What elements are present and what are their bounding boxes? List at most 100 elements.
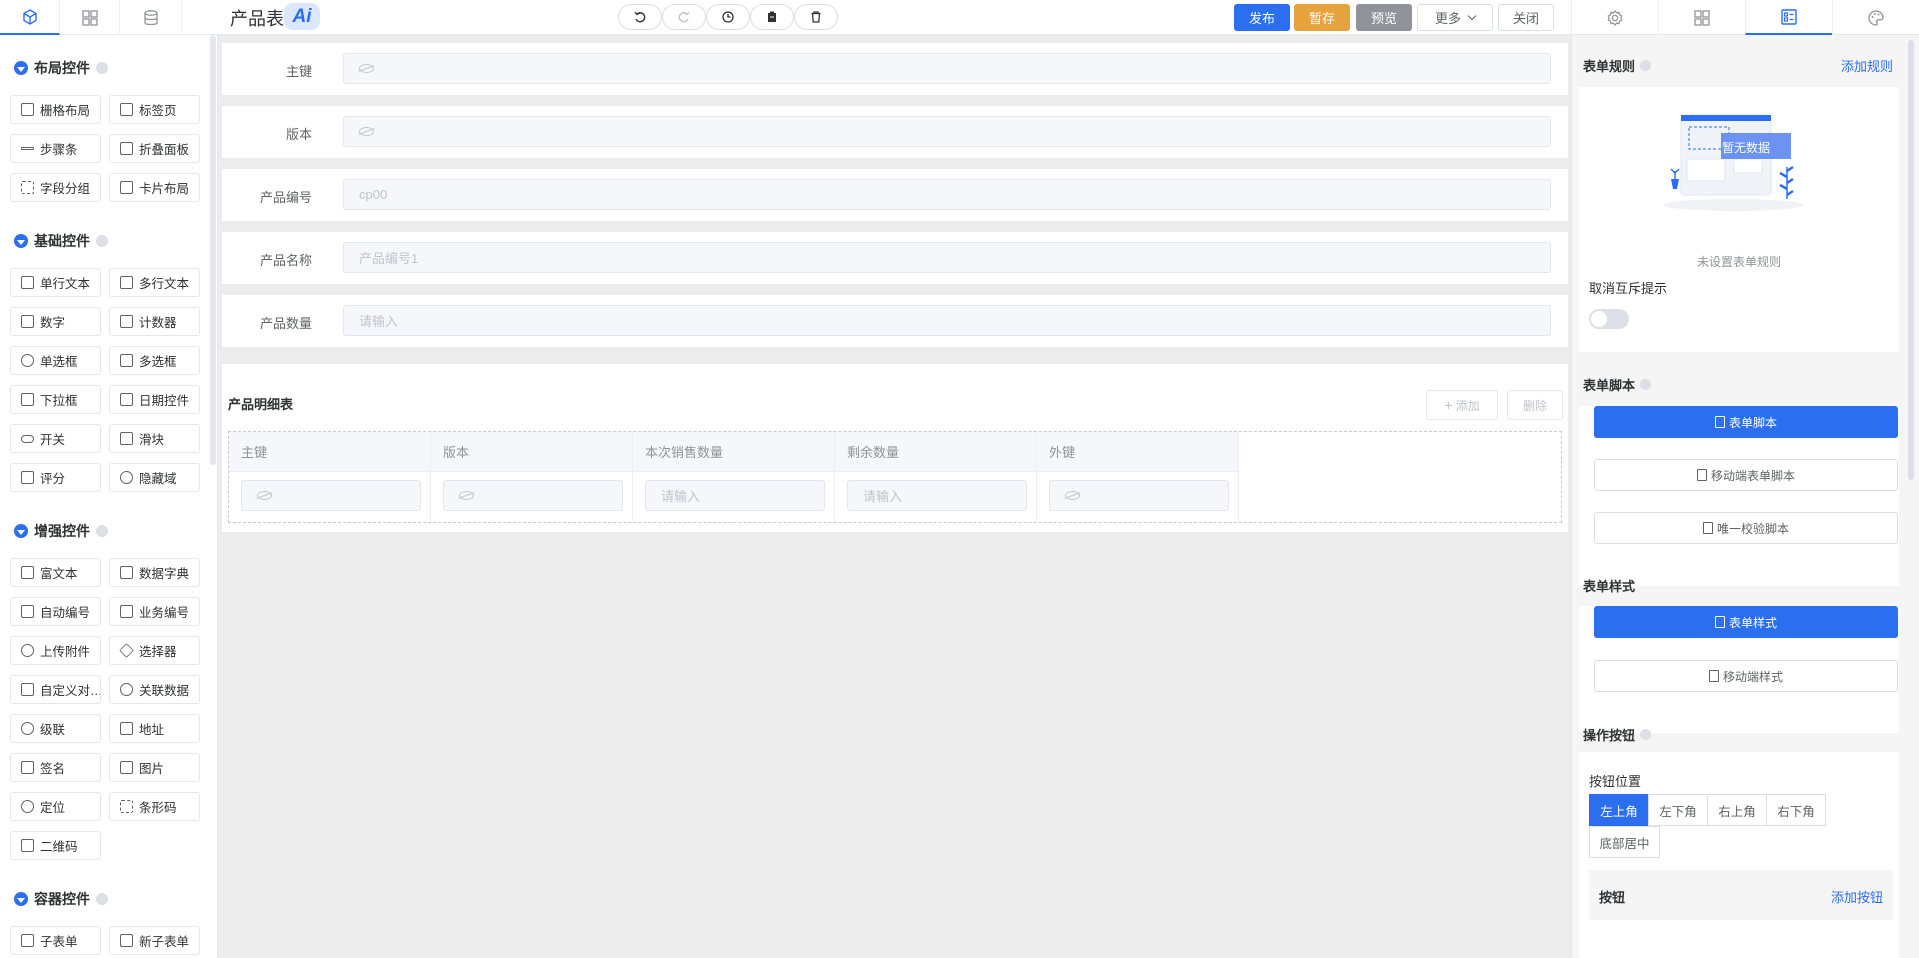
section-container-controls[interactable]: 容器控件 [14, 889, 108, 909]
tab-form-props[interactable] [1745, 0, 1832, 35]
component-field-group[interactable]: 字段分组 [10, 173, 101, 202]
redo-button[interactable] [662, 4, 706, 30]
component-hidden[interactable]: 隐藏域 [109, 463, 200, 492]
component-image[interactable]: 图片 [109, 753, 200, 782]
component-rate[interactable]: 评分 [10, 463, 101, 492]
position-top-left[interactable]: 左上角 [1589, 794, 1649, 826]
publish-button[interactable]: 发布 [1234, 4, 1290, 31]
subform-product-details[interactable]: 产品明细表 + 添加 删除 主键 版本 本次销售数量 请输入 剩余数量 请输入 外… [222, 364, 1568, 532]
position-bottom-right[interactable]: 右下角 [1766, 794, 1826, 826]
tab-components[interactable] [0, 0, 60, 35]
form-script-button[interactable]: 表单脚本 [1594, 406, 1898, 438]
clear-button[interactable] [794, 4, 838, 30]
column-cell-input[interactable]: 请输入 [645, 480, 825, 511]
undo-button[interactable] [618, 4, 662, 30]
subform-column[interactable]: 版本 [431, 432, 633, 522]
component-tabs[interactable]: 标签页 [109, 95, 200, 124]
section-enhanced-controls[interactable]: 增强控件 [14, 521, 108, 541]
component-auto-number[interactable]: 自动编号 [10, 597, 101, 626]
component-switch[interactable]: 开关 [10, 424, 101, 453]
column-cell-input[interactable] [1049, 480, 1229, 511]
subform-column[interactable]: 本次销售数量 请输入 [633, 432, 835, 522]
tab-theme[interactable] [1832, 0, 1919, 35]
component-text[interactable]: 单行文本 [10, 268, 101, 297]
component-label: 上传附件 [40, 645, 91, 659]
position-top-right[interactable]: 右上角 [1707, 794, 1767, 826]
component-qrcode[interactable]: 二维码 [10, 831, 101, 860]
component-textarea[interactable]: 多行文本 [109, 268, 200, 297]
component-new-subform[interactable]: 新子表单 [109, 926, 200, 955]
component-card[interactable]: 卡片布局 [109, 173, 200, 202]
position-bottom-center[interactable]: 底部居中 [1589, 826, 1660, 858]
field-label: 版本 [285, 127, 312, 142]
tab-templates[interactable] [60, 0, 120, 35]
unique-check-script-button[interactable]: 唯一校验脚本 [1594, 512, 1898, 544]
mobile-script-button[interactable]: 移动端表单脚本 [1594, 459, 1898, 491]
paste-button[interactable] [750, 4, 794, 30]
section-basic-controls[interactable]: 基础控件 [14, 231, 108, 251]
section-layout-controls[interactable]: 布局控件 [14, 58, 108, 78]
column-cell-input[interactable]: 请输入 [847, 480, 1027, 511]
panel-scrollbar[interactable] [1908, 40, 1914, 480]
component-upload[interactable]: 上传附件 [10, 636, 101, 665]
subform-column[interactable]: 主键 [229, 432, 431, 522]
component-radio[interactable]: 单选框 [10, 346, 101, 375]
mobile-style-button[interactable]: 移动端样式 [1594, 660, 1898, 692]
plus-icon: + [1444, 397, 1453, 413]
component-steps[interactable]: 步骤条 [10, 134, 101, 163]
field-input[interactable] [343, 116, 1551, 147]
component-date[interactable]: 日期控件 [109, 385, 200, 414]
save-draft-button[interactable]: 暂存 [1294, 4, 1350, 31]
subform-column[interactable]: 外键 [1037, 432, 1239, 522]
component-collapse[interactable]: 折叠面板 [109, 134, 200, 163]
component-barcode[interactable]: 条形码 [109, 792, 200, 821]
preview-button[interactable]: 预览 [1356, 4, 1412, 31]
component-address[interactable]: 地址 [109, 714, 200, 743]
component-subform[interactable]: 子表单 [10, 926, 101, 955]
component-select[interactable]: 下拉框 [10, 385, 101, 414]
component-related-data[interactable]: 关联数据 [109, 675, 200, 704]
component-label: 签名 [40, 762, 66, 776]
add-rule-link[interactable]: 添加规则 [1841, 56, 1893, 75]
mutex-toggle[interactable] [1589, 309, 1629, 329]
tab-datasource[interactable] [120, 0, 182, 35]
form-field-primary-key[interactable]: 主键 [222, 43, 1568, 95]
component-location[interactable]: 定位 [10, 792, 101, 821]
component-signature[interactable]: 签名 [10, 753, 101, 782]
component-number[interactable]: 数字 [10, 307, 101, 336]
component-custom-object[interactable]: 自定义对… [10, 675, 101, 704]
palette-scrollbar[interactable] [210, 35, 216, 465]
column-cell-input[interactable] [443, 480, 623, 511]
subform-delete-button[interactable]: 删除 [1507, 390, 1563, 420]
column-cell-input[interactable] [241, 480, 421, 511]
subform-column[interactable]: 剩余数量 请输入 [835, 432, 1037, 522]
form-field-product-name[interactable]: 产品名称 产品编号1 [222, 232, 1568, 284]
component-business-number[interactable]: 业务编号 [109, 597, 200, 626]
subform-add-button[interactable]: + 添加 [1426, 390, 1498, 420]
eye-off-icon [120, 471, 133, 484]
field-input[interactable]: cp00 [343, 179, 1551, 210]
ai-assistant-button[interactable]: Ai [284, 3, 320, 30]
history-button[interactable] [706, 4, 750, 30]
field-input[interactable]: 产品编号1 [343, 242, 1551, 273]
component-dictionary[interactable]: 数据字典 [109, 558, 200, 587]
component-slider[interactable]: 滑块 [109, 424, 200, 453]
form-field-product-code[interactable]: 产品编号 cp00 [222, 169, 1568, 221]
add-button-link[interactable]: 添加按钮 [1831, 887, 1883, 906]
tab-settings[interactable] [1571, 0, 1658, 35]
component-cascader[interactable]: 级联 [10, 714, 101, 743]
form-style-button[interactable]: 表单样式 [1594, 606, 1898, 638]
component-checkbox[interactable]: 多选框 [109, 346, 200, 375]
field-input[interactable] [343, 53, 1551, 84]
form-field-version[interactable]: 版本 [222, 106, 1568, 158]
component-grid-layout[interactable]: 栅格布局 [10, 95, 101, 124]
form-field-product-quantity[interactable]: 产品数量 请输入 [222, 295, 1568, 347]
tab-component-props[interactable] [1658, 0, 1745, 35]
component-rich-text[interactable]: 富文本 [10, 558, 101, 587]
field-input[interactable]: 请输入 [343, 305, 1551, 336]
more-dropdown[interactable]: 更多 [1417, 4, 1493, 31]
close-button[interactable]: 关闭 [1498, 4, 1554, 31]
component-counter[interactable]: 计数器 [109, 307, 200, 336]
component-picker[interactable]: 选择器 [109, 636, 200, 665]
position-bottom-left[interactable]: 左下角 [1648, 794, 1708, 826]
